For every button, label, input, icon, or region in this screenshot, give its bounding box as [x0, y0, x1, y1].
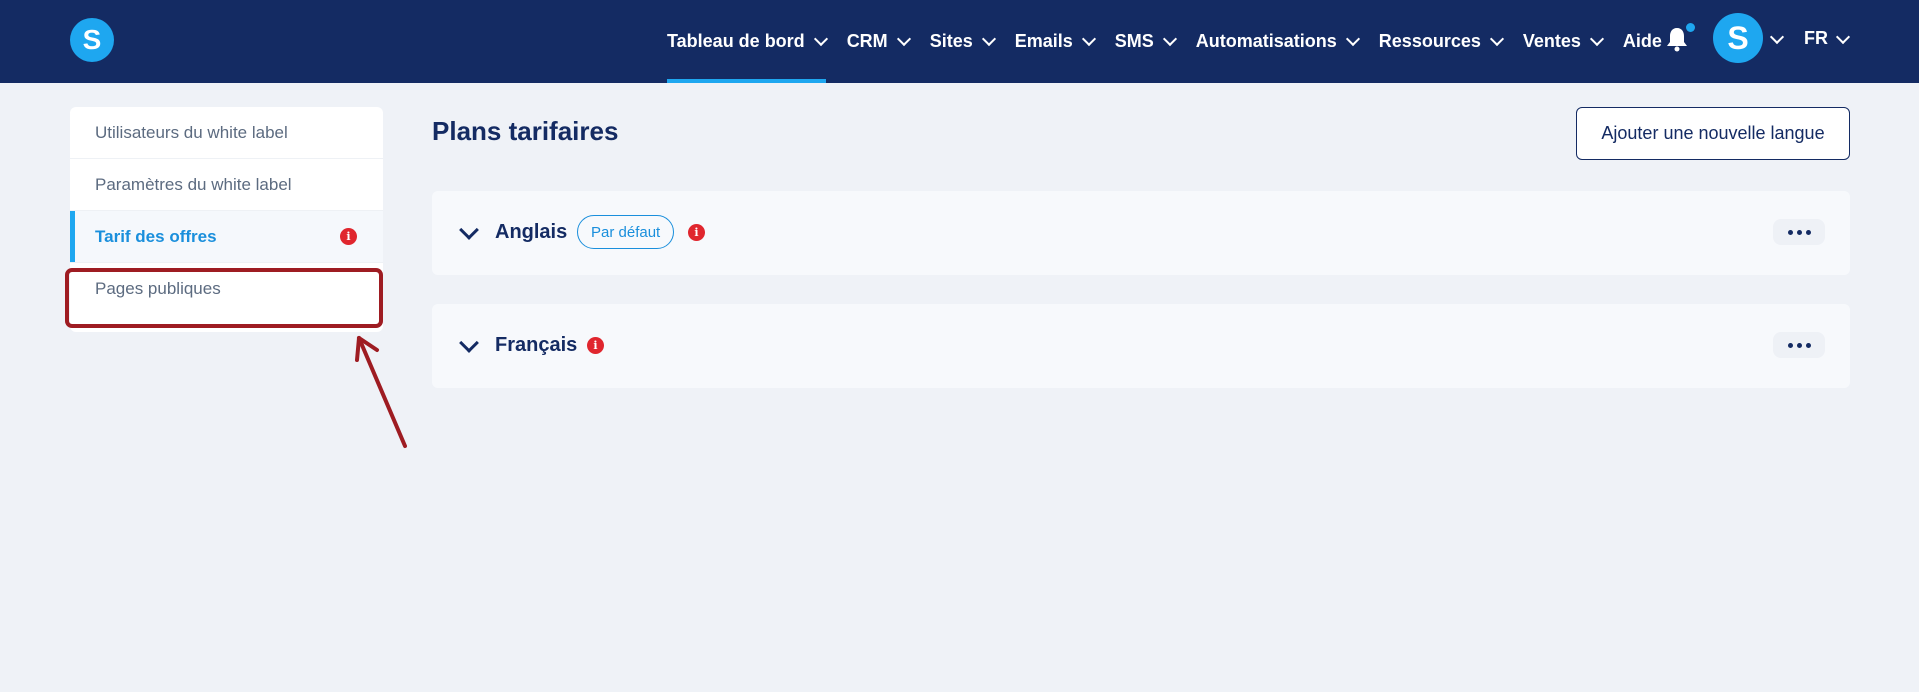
add-language-button[interactable]: Ajouter une nouvelle langue — [1576, 107, 1850, 160]
sidebar-item-label: Utilisateurs du white label — [95, 122, 288, 142]
nav-label: Tableau de bord — [667, 31, 805, 51]
language-card-anglais: Anglais Par défaut i — [432, 191, 1850, 275]
nav-label: Ventes — [1522, 31, 1581, 51]
sidebar-item-label: Paramètres du white label — [95, 174, 292, 194]
language-selector[interactable]: FR — [1804, 28, 1828, 49]
logo[interactable]: S — [70, 18, 114, 62]
annotation-highlight-box — [65, 268, 383, 328]
default-badge: Par défaut — [577, 215, 675, 249]
chevron-down-icon[interactable] — [1835, 29, 1851, 45]
sidebar-item-label: Tarif des offres — [95, 226, 217, 246]
nav-tableau-de-bord[interactable]: Tableau de bord — [667, 0, 828, 83]
nav-label: Sites — [929, 31, 973, 51]
annotation-arrow-icon — [355, 336, 407, 448]
warning-info-icon: i — [587, 337, 604, 354]
more-options-button[interactable] — [1773, 332, 1825, 358]
chevron-down-icon[interactable] — [459, 220, 479, 240]
nav-sites[interactable]: Sites — [929, 0, 996, 83]
chevron-down-icon — [813, 31, 828, 47]
sidebar-item-parametres[interactable]: Paramètres du white label — [70, 159, 383, 211]
sidebar-item-utilisateurs[interactable]: Utilisateurs du white label — [70, 107, 383, 159]
top-navigation-bar: S Tableau de bord CRM Sites Emails SMS A… — [0, 0, 1919, 83]
nav-label: Aide — [1622, 31, 1662, 51]
nav-ressources[interactable]: Ressources — [1378, 0, 1504, 83]
nav-sms[interactable]: SMS — [1114, 0, 1177, 83]
chevron-down-icon[interactable] — [1769, 29, 1785, 45]
chevron-down-icon[interactable] — [459, 333, 479, 353]
nav-label: Emails — [1014, 31, 1073, 51]
nav-crm[interactable]: CRM — [846, 0, 911, 83]
chevron-down-icon — [981, 31, 996, 47]
page-title: Plans tarifaires — [432, 116, 619, 146]
nav-label: SMS — [1114, 31, 1154, 51]
chevron-down-icon — [1081, 31, 1096, 47]
chevron-down-icon — [1162, 31, 1177, 47]
nav-aide[interactable]: Aide — [1623, 0, 1662, 83]
avatar[interactable]: S — [1713, 13, 1763, 63]
logo-letter: S — [82, 24, 102, 55]
language-name: Français — [495, 334, 578, 356]
bell-icon[interactable] — [1666, 26, 1688, 52]
chevron-down-icon — [1589, 31, 1604, 47]
nav-label: Automatisations — [1195, 31, 1337, 51]
avatar-letter: S — [1727, 19, 1749, 56]
chevron-down-icon — [1345, 31, 1360, 47]
warning-info-icon: i — [340, 228, 357, 245]
language-name: Anglais — [495, 221, 568, 243]
sidebar-item-tarif-des-offres[interactable]: Tarif des offres i — [70, 211, 383, 263]
chevron-down-icon — [896, 31, 911, 47]
nav-label: CRM — [846, 31, 888, 51]
nav-ventes[interactable]: Ventes — [1522, 0, 1604, 83]
more-options-button[interactable] — [1773, 219, 1825, 245]
chevron-down-icon — [1489, 31, 1504, 47]
nav-label: Ressources — [1378, 31, 1481, 51]
main-nav: Tableau de bord CRM Sites Emails SMS Aut… — [667, 0, 1683, 83]
notification-dot — [1686, 23, 1695, 32]
language-card-francais: Français i — [432, 304, 1850, 388]
nav-emails[interactable]: Emails — [1014, 0, 1096, 83]
warning-info-icon: i — [688, 224, 705, 241]
nav-automatisations[interactable]: Automatisations — [1195, 0, 1360, 83]
